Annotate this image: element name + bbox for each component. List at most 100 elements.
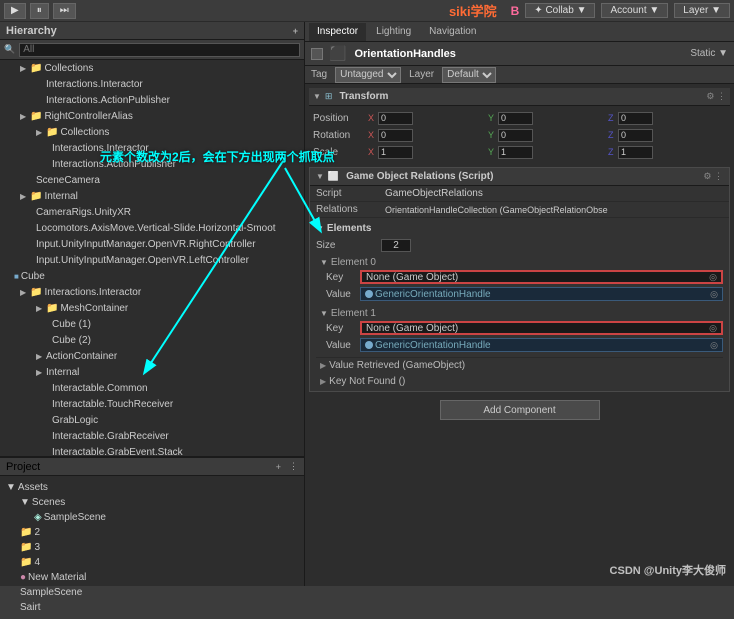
e1-value-field[interactable]: GenericOrientationHandle ◎ xyxy=(360,338,723,352)
list-item[interactable]: SceneCamera xyxy=(0,172,304,188)
elements-section: ▼ Elements Size ▼ Element 0 xyxy=(310,218,729,391)
rot-x-input[interactable] xyxy=(378,129,413,142)
transform-header[interactable]: ▼ ⊞ Transform ⚙ ⋮ xyxy=(309,88,730,106)
item-label: Interactable.GrabEvent.Stack xyxy=(52,447,183,457)
item-label: Interactable.GrabReceiver xyxy=(52,431,169,442)
list-item[interactable]: Interactions.ActionPublisher xyxy=(0,92,304,108)
top-toolbar: ▶ ⏸ ⏭ siki学院 B ✦ Collab ▼ Account ▼ Laye… xyxy=(0,0,734,22)
list-item[interactable]: 📁 4 xyxy=(6,555,298,570)
add-component-button[interactable]: Add Component xyxy=(440,400,600,420)
scale-y-input[interactable] xyxy=(498,146,533,159)
item-label: Locomotors.AxisMove.Vertical-Slide.Horiz… xyxy=(36,223,276,234)
tree-arrow: ▶ xyxy=(20,112,30,121)
e0-value-field[interactable]: GenericOrientationHandle ◎ xyxy=(360,287,723,301)
e1-key-field[interactable]: None (Game Object) ◎ xyxy=(360,321,723,335)
rz-label: Z xyxy=(608,130,616,140)
e1-key-pick[interactable]: ◎ xyxy=(709,323,717,334)
relations-label: Relations xyxy=(316,204,381,215)
list-item[interactable]: ▶ Internal xyxy=(0,364,304,380)
list-item[interactable]: Cube (1) xyxy=(0,316,304,332)
list-item[interactable]: Interactable.TouchReceiver xyxy=(0,396,304,412)
layer-button[interactable]: Layer ▼ xyxy=(674,3,730,18)
tree-arrow: ▶ xyxy=(36,352,46,361)
collab-button[interactable]: ✦ Collab ▼ xyxy=(525,3,595,18)
list-item[interactable]: ▼ Assets xyxy=(6,480,298,495)
static-label[interactable]: Static ▼ xyxy=(690,48,728,59)
list-item[interactable]: 📁 2 xyxy=(6,525,298,540)
play-button[interactable]: ▶ xyxy=(4,3,26,19)
list-item[interactable]: Input.UnityInputManager.OpenVR.LeftContr… xyxy=(0,252,304,268)
list-item[interactable]: ● New Material xyxy=(6,570,298,585)
list-item[interactable]: ▶ 📁 Interactions.Interactor xyxy=(0,284,304,300)
list-item[interactable]: Interactable.GrabReceiver xyxy=(0,428,304,444)
list-item[interactable]: 📁 3 xyxy=(6,540,298,555)
script-header[interactable]: ▼ ⬜ Game Object Relations (Script) ⚙ ⋮ xyxy=(310,168,729,186)
rot-z-input[interactable] xyxy=(618,129,653,142)
list-item[interactable]: Sairt xyxy=(6,600,298,615)
knf-label: Key Not Found () xyxy=(329,376,405,387)
list-item[interactable]: Interactions.Interactor xyxy=(0,76,304,92)
list-item[interactable]: ▶ 📁 Internal xyxy=(0,188,304,204)
pos-z-input[interactable] xyxy=(618,112,653,125)
active-checkbox[interactable] xyxy=(311,48,323,60)
size-row: Size xyxy=(316,238,723,253)
value-retrieved[interactable]: ▶ Value Retrieved (GameObject) xyxy=(316,357,723,373)
hierarchy-search-input[interactable] xyxy=(19,43,300,57)
item-label: Input.UnityInputManager.OpenVR.LeftContr… xyxy=(36,255,249,266)
list-item[interactable]: Interactable.Common xyxy=(0,380,304,396)
pause-button[interactable]: ⏸ xyxy=(30,3,49,19)
inspector-content: ▼ ⊞ Transform ⚙ ⋮ Position X xyxy=(305,84,734,586)
list-item[interactable]: ▶ 📁 Collections xyxy=(0,124,304,140)
list-item[interactable]: Interactions.ActionPublisher xyxy=(0,156,304,172)
account-button[interactable]: Account ▼ xyxy=(601,3,668,18)
key-not-found[interactable]: ▶ Key Not Found () xyxy=(316,373,723,389)
list-item[interactable]: CameraRigs.UnityXR xyxy=(0,204,304,220)
list-item[interactable]: ▼ Scenes xyxy=(6,495,298,510)
element-0-group: ▼ Element 0 Key None (Game Object) ◎ Val… xyxy=(316,255,723,302)
list-item[interactable]: ■ Cube xyxy=(0,268,304,284)
project-options[interactable]: ⋮ xyxy=(289,461,298,472)
transform-options[interactable]: ⚙ ⋮ xyxy=(706,91,726,102)
size-input[interactable] xyxy=(381,239,411,252)
scale-z-input[interactable] xyxy=(618,146,653,159)
step-button[interactable]: ⏭ xyxy=(53,3,76,19)
e1-value-pick[interactable]: ◎ xyxy=(710,340,718,351)
sz-label: Z xyxy=(608,147,616,157)
folder-icon: 📁 xyxy=(30,287,42,298)
list-item[interactable]: ◈ SampleScene xyxy=(6,510,298,525)
tab-inspector[interactable]: Inspector xyxy=(309,23,366,41)
list-item[interactable]: Input.UnityInputManager.OpenVR.RightCont… xyxy=(0,236,304,252)
scale-x-input[interactable] xyxy=(378,146,413,159)
list-item[interactable]: Interactions.Interactor xyxy=(0,140,304,156)
item-label: Sairt xyxy=(20,602,41,613)
script-label: Script xyxy=(316,188,381,199)
script-collapse-arrow: ▼ xyxy=(316,172,324,181)
rot-y-input[interactable] xyxy=(498,129,533,142)
list-item[interactable]: ▶ 📁 MeshContainer xyxy=(0,300,304,316)
add-hierarchy-btn[interactable]: + xyxy=(293,26,298,36)
e0-value-pick[interactable]: ◎ xyxy=(710,289,718,300)
list-item[interactable]: Interactable.GrabEvent.Stack xyxy=(0,444,304,456)
list-item[interactable]: Cube (2) xyxy=(0,332,304,348)
rotation-xyz: X Y Z xyxy=(368,129,726,142)
list-item[interactable]: Locomotors.AxisMove.Vertical-Slide.Horiz… xyxy=(0,220,304,236)
list-item[interactable]: ▶ ActionContainer xyxy=(0,348,304,364)
layer-select[interactable]: Default xyxy=(442,67,496,83)
pos-x-input[interactable] xyxy=(378,112,413,125)
tab-navigation[interactable]: Navigation xyxy=(421,23,484,41)
list-item[interactable]: ▶ 📁 Collections xyxy=(0,60,304,76)
hierarchy-content: ▶ 📁 Collections Interactions.Interactor … xyxy=(0,60,304,456)
list-item[interactable]: SampleScene xyxy=(6,585,298,600)
list-item[interactable]: GrabLogic xyxy=(0,412,304,428)
list-item[interactable]: ▶ 📁 RightControllerAlias xyxy=(0,108,304,124)
add-project-btn[interactable]: + xyxy=(276,462,281,472)
e0-circle-icon xyxy=(365,290,373,298)
pos-y-input[interactable] xyxy=(498,112,533,125)
tab-lighting[interactable]: Lighting xyxy=(368,23,419,41)
tag-select[interactable]: Untagged xyxy=(335,67,401,83)
e0-key-field[interactable]: None (Game Object) ◎ xyxy=(360,270,723,284)
position-label: Position xyxy=(313,113,368,124)
e0-key-pick[interactable]: ◎ xyxy=(709,272,717,283)
siki-logo: siki学院 xyxy=(449,1,497,20)
script-options[interactable]: ⚙ ⋮ xyxy=(703,171,723,182)
